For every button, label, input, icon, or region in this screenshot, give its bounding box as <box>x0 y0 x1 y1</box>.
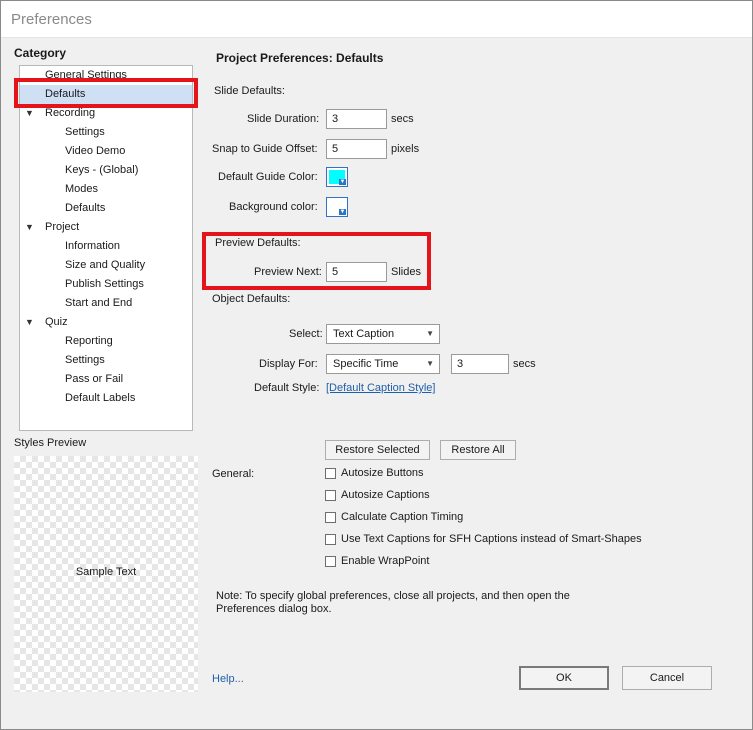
sidebar-item-label: Pass or Fail <box>65 373 124 385</box>
checkbox[interactable] <box>325 490 336 501</box>
preview-next-input[interactable]: 5 <box>326 262 387 282</box>
sidebar-item-label: Publish Settings <box>65 278 144 290</box>
styles-preview-pane: Sample Text <box>14 456 198 692</box>
category-tree[interactable]: General Settings Defaults ▼ Recording Settin… <box>19 65 193 431</box>
sidebar-item-label: General Settings <box>45 69 127 81</box>
display-for-value: Specific Time <box>333 358 399 370</box>
expand-caret-icon[interactable]: ▼ <box>25 218 35 237</box>
snap-offset-label: Snap to Guide Offset: <box>212 143 318 155</box>
preview-defaults-heading: Preview Defaults: <box>215 237 301 249</box>
sidebar-item-keys-global[interactable]: Keys - (Global) <box>20 161 192 180</box>
checkbox-label: Autosize Buttons <box>341 467 424 479</box>
note-text: Note: To specify global preferences, clo… <box>216 590 570 615</box>
display-time-input[interactable]: 3 <box>451 354 509 374</box>
preferences-dialog: Preferences Category General Settings Def… <box>0 0 753 730</box>
sidebar-item-label: Video Demo <box>65 145 126 157</box>
chevron-down-icon: ▼ <box>426 359 434 368</box>
checkbox[interactable] <box>325 512 336 523</box>
snap-offset-input[interactable]: 5 <box>326 139 387 159</box>
slide-defaults-heading: Slide Defaults: <box>214 85 285 97</box>
sidebar-item-size-and-quality[interactable]: Size and Quality <box>20 256 192 275</box>
sidebar-item-label: Start and End <box>65 297 133 309</box>
display-for-dropdown[interactable]: Specific Time ▼ <box>326 354 440 374</box>
select-value: Text Caption <box>333 328 395 340</box>
checkbox-label: Enable WrapPoint <box>341 555 430 567</box>
page-title: Project Preferences: Defaults <box>216 51 384 65</box>
sidebar-item-defaults[interactable]: Defaults <box>20 85 192 104</box>
slide-duration-unit: secs <box>391 113 414 125</box>
sidebar-item-settings[interactable]: Settings <box>20 351 192 370</box>
sample-text: Sample Text <box>75 566 137 578</box>
snap-offset-unit: pixels <box>391 143 420 155</box>
sidebar-item-default-labels[interactable]: Default Labels <box>20 389 192 408</box>
select-dropdown[interactable]: Text Caption ▼ <box>326 324 440 344</box>
category-heading: Category <box>14 46 67 60</box>
chevron-down-icon: ▼ <box>426 329 434 338</box>
sidebar-item-label: Size and Quality <box>65 259 146 271</box>
slide-duration-label: Slide Duration: <box>247 113 320 125</box>
preview-next-unit: Slides <box>391 266 421 278</box>
restore-selected-button[interactable]: Restore Selected <box>325 440 430 460</box>
sidebar-item-pass-or-fail[interactable]: Pass or Fail <box>20 370 192 389</box>
sidebar-item-label: Information <box>65 240 121 252</box>
display-time-unit: secs <box>513 358 536 370</box>
general-heading: General: <box>212 468 255 480</box>
sidebar-item-label: Defaults <box>45 88 86 100</box>
object-defaults-heading: Object Defaults: <box>212 293 291 305</box>
sidebar-item-label: Modes <box>65 183 99 195</box>
sidebar-item-label: Recording <box>45 107 96 119</box>
background-color-picker[interactable]: ▼ <box>326 197 348 217</box>
ok-button[interactable]: OK <box>519 666 609 690</box>
sidebar-item-label: Settings <box>65 126 105 138</box>
select-label: Select: <box>289 328 323 340</box>
restore-all-button[interactable]: Restore All <box>440 440 516 460</box>
sidebar-item-label: Default Labels <box>65 392 136 404</box>
checkbox[interactable] <box>325 556 336 567</box>
sidebar-item-video-demo[interactable]: Video Demo <box>20 142 192 161</box>
sidebar-item-recording[interactable]: ▼ Recording <box>20 104 192 123</box>
sidebar-item-label: Defaults <box>65 202 106 214</box>
guide-color-picker[interactable]: ▼ <box>326 167 348 187</box>
sidebar-item-label: Reporting <box>65 335 113 347</box>
sidebar-item-label: Quiz <box>45 316 68 328</box>
checkbox-label: Use Text Captions for SFH Captions inste… <box>341 533 642 545</box>
sidebar-item-general-settings[interactable]: General Settings <box>20 66 192 85</box>
sidebar-item-label: Keys - (Global) <box>65 164 139 176</box>
sidebar-item-quiz[interactable]: ▼ Quiz <box>20 313 192 332</box>
checkbox[interactable] <box>325 468 336 479</box>
sidebar-item-defaults[interactable]: Defaults <box>20 199 192 218</box>
sidebar-item-label: Project <box>45 221 80 233</box>
sidebar-item-start-and-end[interactable]: Start and End <box>20 294 192 313</box>
default-style-label: Default Style: <box>254 382 320 394</box>
sidebar-item-modes[interactable]: Modes <box>20 180 192 199</box>
checkbox[interactable] <box>325 534 336 545</box>
preview-next-label: Preview Next: <box>254 266 322 278</box>
window-title: Preferences <box>11 11 92 28</box>
display-for-label: Display For: <box>259 358 318 370</box>
chevron-down-icon: ▼ <box>339 209 346 215</box>
guide-color-label: Default Guide Color: <box>218 171 318 183</box>
sidebar-item-reporting[interactable]: Reporting <box>20 332 192 351</box>
sidebar-item-settings[interactable]: Settings <box>20 123 192 142</box>
help-link[interactable]: Help... <box>212 673 244 685</box>
expand-caret-icon[interactable]: ▼ <box>25 104 35 123</box>
default-style-link[interactable]: [Default Caption Style] <box>326 382 435 394</box>
slide-duration-input[interactable]: 3 <box>326 109 387 129</box>
sidebar-item-project[interactable]: ▼ Project <box>20 218 192 237</box>
title-bar: Preferences <box>1 1 752 38</box>
sidebar-item-publish-settings[interactable]: Publish Settings <box>20 275 192 294</box>
cancel-button[interactable]: Cancel <box>622 666 712 690</box>
sidebar-item-information[interactable]: Information <box>20 237 192 256</box>
checkbox-label: Calculate Caption Timing <box>341 511 464 523</box>
sidebar-item-label: Settings <box>65 354 105 366</box>
expand-caret-icon[interactable]: ▼ <box>25 313 35 332</box>
chevron-down-icon: ▼ <box>339 179 346 185</box>
checkbox-label: Autosize Captions <box>341 489 430 501</box>
background-color-label: Background color: <box>229 201 318 213</box>
styles-preview-heading: Styles Preview <box>14 437 87 449</box>
